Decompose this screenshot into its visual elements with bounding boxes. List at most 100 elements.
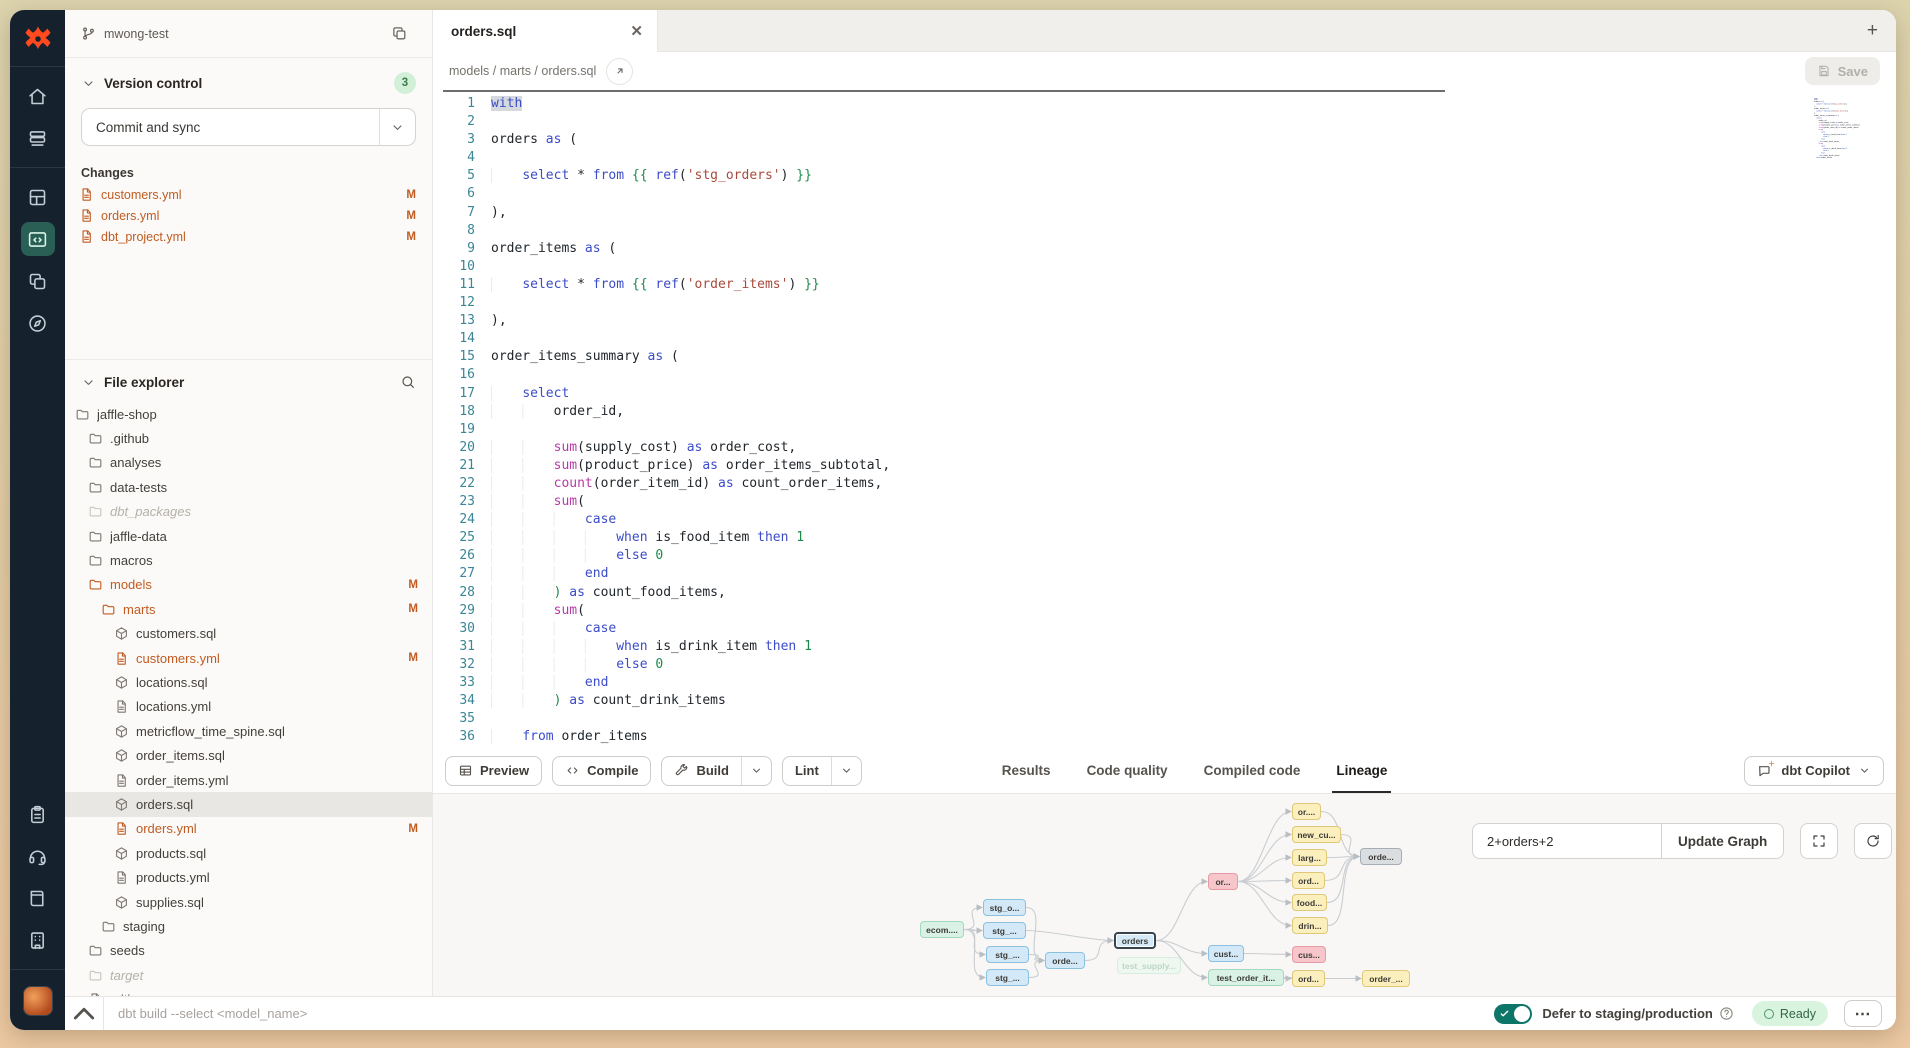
rail-book-icon[interactable] [21, 881, 55, 915]
lineage-node-testsupply[interactable]: test_supply... [1117, 957, 1181, 974]
lineage-node-yor[interactable]: or.... [1292, 803, 1321, 820]
tree-item-orders-yml[interactable]: orders.yml M [65, 817, 432, 841]
lineage-panel[interactable]: ecom....stg_o...stg_...stg_...stg_...ord… [433, 793, 1896, 996]
tree-item-customers-yml[interactable]: customers.yml M [65, 646, 432, 670]
line-number: 8 [433, 222, 491, 240]
rail-headset-icon[interactable] [21, 839, 55, 873]
lineage-node-orders[interactable]: orders [1114, 932, 1156, 949]
file-icon [79, 208, 94, 223]
dbt-logo-icon[interactable] [21, 22, 55, 56]
lineage-node-testorder[interactable]: test_order_it... [1208, 969, 1284, 986]
lineage-node-stg3[interactable]: stg_... [986, 946, 1029, 963]
refresh-icon [1865, 833, 1881, 849]
tree-item-locations-sql[interactable]: locations.sql [65, 670, 432, 694]
update-graph-button[interactable]: Update Graph [1662, 823, 1784, 859]
tree-item-target[interactable]: target [65, 963, 432, 987]
preview-button[interactable]: Preview [445, 756, 542, 786]
lineage-node-yorder2[interactable]: order_... [1362, 970, 1410, 987]
lineage-filter-input[interactable]: 2+orders+2 [1472, 823, 1662, 859]
chevron-down-icon[interactable] [831, 757, 861, 785]
tree-item-metricflow-time-spine-sql[interactable]: metricflow_time_spine.sql [65, 719, 432, 743]
lineage-node-cust[interactable]: cust... [1208, 945, 1244, 962]
open-in-lineage-button[interactable] [606, 58, 633, 85]
copy-icon[interactable] [391, 25, 408, 42]
lineage-node-ecom[interactable]: ecom.... [920, 921, 964, 938]
tree-item-products-sql[interactable]: products.sql [65, 841, 432, 865]
tab-code-quality[interactable]: Code quality [1087, 748, 1168, 793]
tree-item-data-tests[interactable]: data-tests [65, 475, 432, 499]
changed-file-orders.yml[interactable]: orders.yml M [65, 205, 432, 226]
tree-item-macros[interactable]: macros [65, 548, 432, 572]
tree-item-dbt-packages[interactable]: dbt_packages [65, 500, 432, 524]
tree-item-order-items-yml[interactable]: order_items.yml [65, 768, 432, 792]
chevron-up-icon[interactable] [65, 995, 103, 1031]
changed-file-customers.yml[interactable]: customers.yml M [65, 184, 432, 205]
file-explorer-header[interactable]: File explorer [65, 360, 432, 398]
user-avatar[interactable] [23, 986, 53, 1016]
lint-button[interactable]: Lint [782, 756, 862, 786]
refresh-button[interactable] [1854, 823, 1892, 859]
tree-item-seeds[interactable]: seeds [65, 939, 432, 963]
rail-clipboard-icon[interactable] [21, 797, 55, 831]
new-tab-plus-icon[interactable]: + [1867, 20, 1878, 42]
lineage-node-stg4[interactable]: stg_... [986, 969, 1029, 986]
defer-toggle[interactable] [1494, 1004, 1532, 1024]
tree-item-locations-yml[interactable]: locations.yml [65, 695, 432, 719]
lineage-node-gorde[interactable]: orde... [1360, 848, 1402, 865]
rail-stack-icon[interactable] [21, 121, 55, 155]
tree-item-models[interactable]: models M [65, 573, 432, 597]
version-control-header[interactable]: Version control 3 [65, 58, 432, 102]
tab-compiled-code[interactable]: Compiled code [1204, 748, 1301, 793]
code-content[interactable]: 1with23orders as (45 select * from {{ re… [433, 90, 1896, 748]
command-input[interactable]: dbt build --select <model_name> [104, 1006, 1494, 1021]
lineage-node-ylarg[interactable]: larg... [1292, 849, 1327, 866]
lineage-node-orpink[interactable]: or... [1208, 873, 1238, 890]
rail-projects-icon[interactable] [21, 264, 55, 298]
tree-item-marts[interactable]: marts M [65, 597, 432, 621]
chevron-down-icon[interactable] [741, 757, 771, 785]
lineage-node-orde1[interactable]: orde... [1045, 952, 1085, 969]
lineage-node-stg1[interactable]: stg_o... [983, 899, 1026, 916]
compile-button[interactable]: Compile [552, 756, 651, 786]
lineage-node-ydrin[interactable]: drin... [1292, 917, 1328, 934]
line-number: 33 [433, 674, 491, 692]
tree-item-order-items-sql[interactable]: order_items.sql [65, 743, 432, 767]
more-options-button[interactable]: ⋯ [1844, 1000, 1882, 1027]
tree-item-staging[interactable]: staging [65, 914, 432, 938]
tree-item-jaffle-shop[interactable]: jaffle-shop [65, 402, 432, 426]
close-icon[interactable]: ✕ [630, 22, 643, 40]
tree-item-supplies-sql[interactable]: supplies.sql [65, 890, 432, 914]
rail-grid-icon[interactable] [21, 180, 55, 214]
tab-results[interactable]: Results [1002, 748, 1051, 793]
rail-develop-icon[interactable] [21, 222, 55, 256]
code-editor[interactable]: 1with23orders as (45 select * from {{ re… [433, 90, 1896, 748]
build-button[interactable]: Build [661, 756, 772, 786]
fullscreen-button[interactable] [1800, 823, 1838, 859]
tree-item-customers-sql[interactable]: customers.sql [65, 622, 432, 646]
lineage-node-pcus[interactable]: cus... [1292, 946, 1326, 963]
rail-home-icon[interactable] [21, 79, 55, 113]
tree-item--github[interactable]: .github [65, 426, 432, 450]
lineage-node-ynew[interactable]: new_cu... [1292, 826, 1341, 843]
rail-building-icon[interactable] [21, 923, 55, 957]
lineage-node-yord[interactable]: ord... [1292, 872, 1325, 889]
save-button[interactable]: Save [1805, 57, 1880, 85]
tree-item-analyses[interactable]: analyses [65, 451, 432, 475]
rail-compass-icon[interactable] [21, 306, 55, 340]
tab-lineage[interactable]: Lineage [1336, 748, 1387, 793]
tab-orders-sql[interactable]: orders.sql ✕ [433, 10, 658, 52]
tree-item-jaffle-data[interactable]: jaffle-data [65, 524, 432, 548]
search-icon[interactable] [400, 374, 416, 390]
dbt-copilot-button[interactable]: dbt Copilot [1744, 756, 1884, 786]
lineage-node-stg2[interactable]: stg_... [983, 922, 1026, 939]
lineage-node-yord2[interactable]: ord... [1292, 970, 1325, 987]
tree-item-orders-sql[interactable]: orders.sql [65, 792, 432, 816]
tree-item-products-yml[interactable]: products.yml [65, 865, 432, 889]
commit-action-select[interactable]: Commit and sync [81, 108, 416, 146]
rail-divider [10, 969, 65, 970]
left-rail [10, 10, 65, 1030]
help-icon[interactable] [1719, 1006, 1734, 1021]
line-number: 25 [433, 529, 491, 547]
lineage-node-yfood[interactable]: food... [1292, 894, 1327, 911]
changed-file-dbt_project.yml[interactable]: dbt_project.yml M [65, 226, 432, 247]
